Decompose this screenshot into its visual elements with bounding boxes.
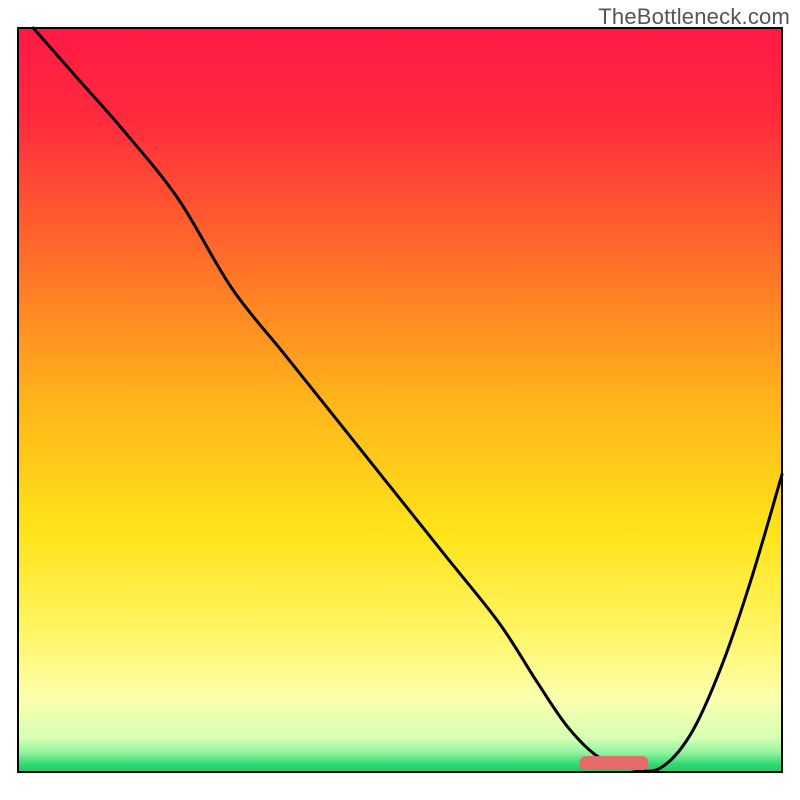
chart-canvas: TheBottleneck.com xyxy=(0,0,800,800)
optimal-marker xyxy=(580,756,649,770)
chart-svg xyxy=(0,0,800,800)
watermark-text: TheBottleneck.com xyxy=(598,4,790,30)
